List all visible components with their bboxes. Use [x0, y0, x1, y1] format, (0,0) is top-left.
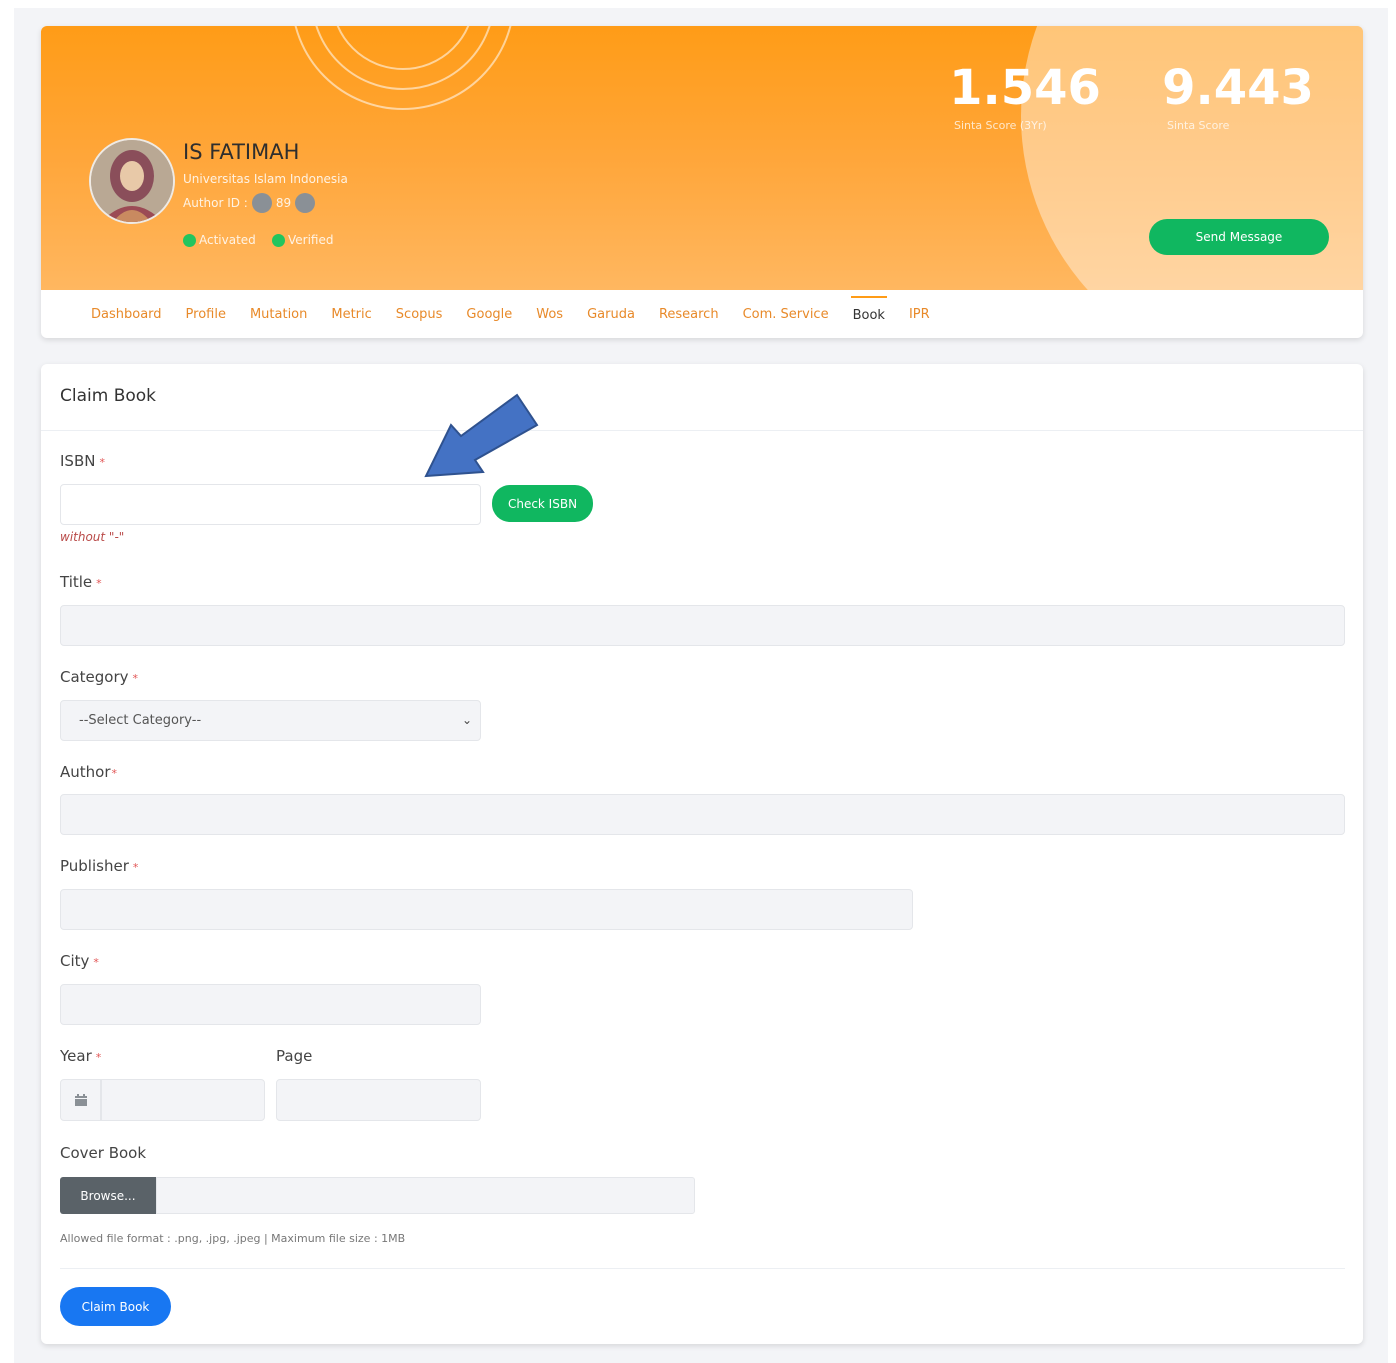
- calendar-icon: [74, 1094, 87, 1106]
- required-mark: *: [132, 672, 139, 685]
- publisher-label: Publisher *: [60, 857, 138, 875]
- file-format-hint: Allowed file format : .png, .jpg, .jpeg …: [60, 1232, 406, 1245]
- tab-mutation[interactable]: Mutation: [248, 303, 309, 326]
- author-id-label: Author ID :: [183, 196, 248, 210]
- year-input[interactable]: [101, 1079, 265, 1121]
- profile-tabs: Dashboard Profile Mutation Metric Scopus…: [41, 290, 1363, 338]
- tab-com-service[interactable]: Com. Service: [741, 303, 831, 326]
- author-label: Author*: [60, 763, 117, 781]
- tab-research[interactable]: Research: [657, 303, 721, 326]
- city-label-text: City: [60, 952, 90, 970]
- browse-button[interactable]: Browse...: [60, 1177, 156, 1214]
- profile-banner: IS FATIMAH Universitas Islam Indonesia A…: [41, 26, 1363, 290]
- author-id: Author ID : 89: [183, 193, 316, 213]
- page-input[interactable]: [276, 1079, 481, 1121]
- profile-name: IS FATIMAH: [183, 140, 300, 164]
- category-label-text: Category: [60, 668, 129, 686]
- score-3yr: 1.546 Sinta Score (3Yr): [935, 60, 1115, 132]
- required-mark: *: [132, 861, 139, 874]
- status-dot-icon: [183, 233, 196, 247]
- redaction-mark: [251, 193, 272, 213]
- tab-garuda[interactable]: Garuda: [585, 303, 637, 326]
- profile-card: IS FATIMAH Universitas Islam Indonesia A…: [41, 26, 1363, 338]
- author-input[interactable]: [60, 794, 1345, 835]
- publisher-label-text: Publisher: [60, 857, 129, 875]
- isbn-hint: without "-": [60, 530, 125, 544]
- status-dot-icon: [272, 233, 285, 247]
- city-input[interactable]: [60, 984, 481, 1025]
- title-label-text: Title: [60, 573, 93, 591]
- city-label: City *: [60, 952, 99, 970]
- year-label: Year *: [60, 1047, 101, 1065]
- tab-wos[interactable]: Wos: [534, 303, 565, 326]
- tab-book[interactable]: Book: [850, 295, 887, 327]
- status-activated-label: Activated: [199, 233, 256, 247]
- required-mark: *: [96, 577, 102, 590]
- score-label: Sinta Score (3Yr): [954, 119, 1047, 132]
- required-mark: *: [111, 767, 118, 780]
- score-value: 9.443: [1162, 60, 1314, 116]
- score-value: 1.546: [949, 60, 1101, 116]
- required-mark: *: [99, 456, 105, 469]
- divider: [60, 1268, 1345, 1269]
- profile-affiliation: Universitas Islam Indonesia: [183, 172, 348, 186]
- status-activated: Activated: [183, 233, 256, 247]
- category-select[interactable]: --Select Category-- ⌄: [60, 700, 481, 741]
- tab-profile[interactable]: Profile: [184, 303, 228, 326]
- category-label: Category *: [60, 668, 138, 686]
- isbn-label: ISBN *: [60, 452, 105, 470]
- tab-google[interactable]: Google: [464, 303, 514, 326]
- publisher-input[interactable]: [60, 889, 913, 930]
- tab-ipr[interactable]: IPR: [907, 303, 932, 326]
- chevron-down-icon: ⌄: [461, 713, 472, 727]
- claim-book-card: Claim Book ISBN * Check ISBN without "-" …: [41, 364, 1363, 1344]
- required-mark: *: [93, 956, 99, 969]
- card-header: Claim Book: [41, 364, 1363, 431]
- tab-scopus[interactable]: Scopus: [394, 303, 445, 326]
- send-message-button[interactable]: Send Message: [1149, 219, 1329, 255]
- author-label-text: Author: [60, 763, 111, 781]
- required-mark: *: [95, 1051, 102, 1064]
- file-input[interactable]: [156, 1177, 695, 1214]
- redaction-mark: [295, 193, 316, 213]
- year-label-text: Year: [60, 1047, 92, 1065]
- tab-metric[interactable]: Metric: [329, 303, 373, 326]
- avatar: [89, 138, 175, 224]
- status-verified-label: Verified: [288, 233, 334, 247]
- isbn-label-text: ISBN: [60, 452, 96, 470]
- card-title: Claim Book: [60, 386, 157, 406]
- claim-book-button[interactable]: Claim Book: [60, 1287, 171, 1326]
- status-verified: Verified: [272, 233, 334, 247]
- title-label: Title *: [60, 573, 102, 591]
- score-overall: 9.443 Sinta Score: [1148, 60, 1328, 132]
- score-label: Sinta Score: [1167, 119, 1230, 132]
- author-id-value: 89: [275, 196, 292, 210]
- arrow-annotation-icon: [424, 393, 539, 478]
- category-selected-value: --Select Category--: [79, 713, 202, 728]
- isbn-input[interactable]: [60, 484, 481, 525]
- title-input[interactable]: [60, 605, 1345, 646]
- calendar-addon[interactable]: [60, 1079, 101, 1121]
- tab-dashboard[interactable]: Dashboard: [89, 303, 164, 326]
- cover-label: Cover Book: [60, 1144, 147, 1162]
- page-label: Page: [276, 1047, 313, 1065]
